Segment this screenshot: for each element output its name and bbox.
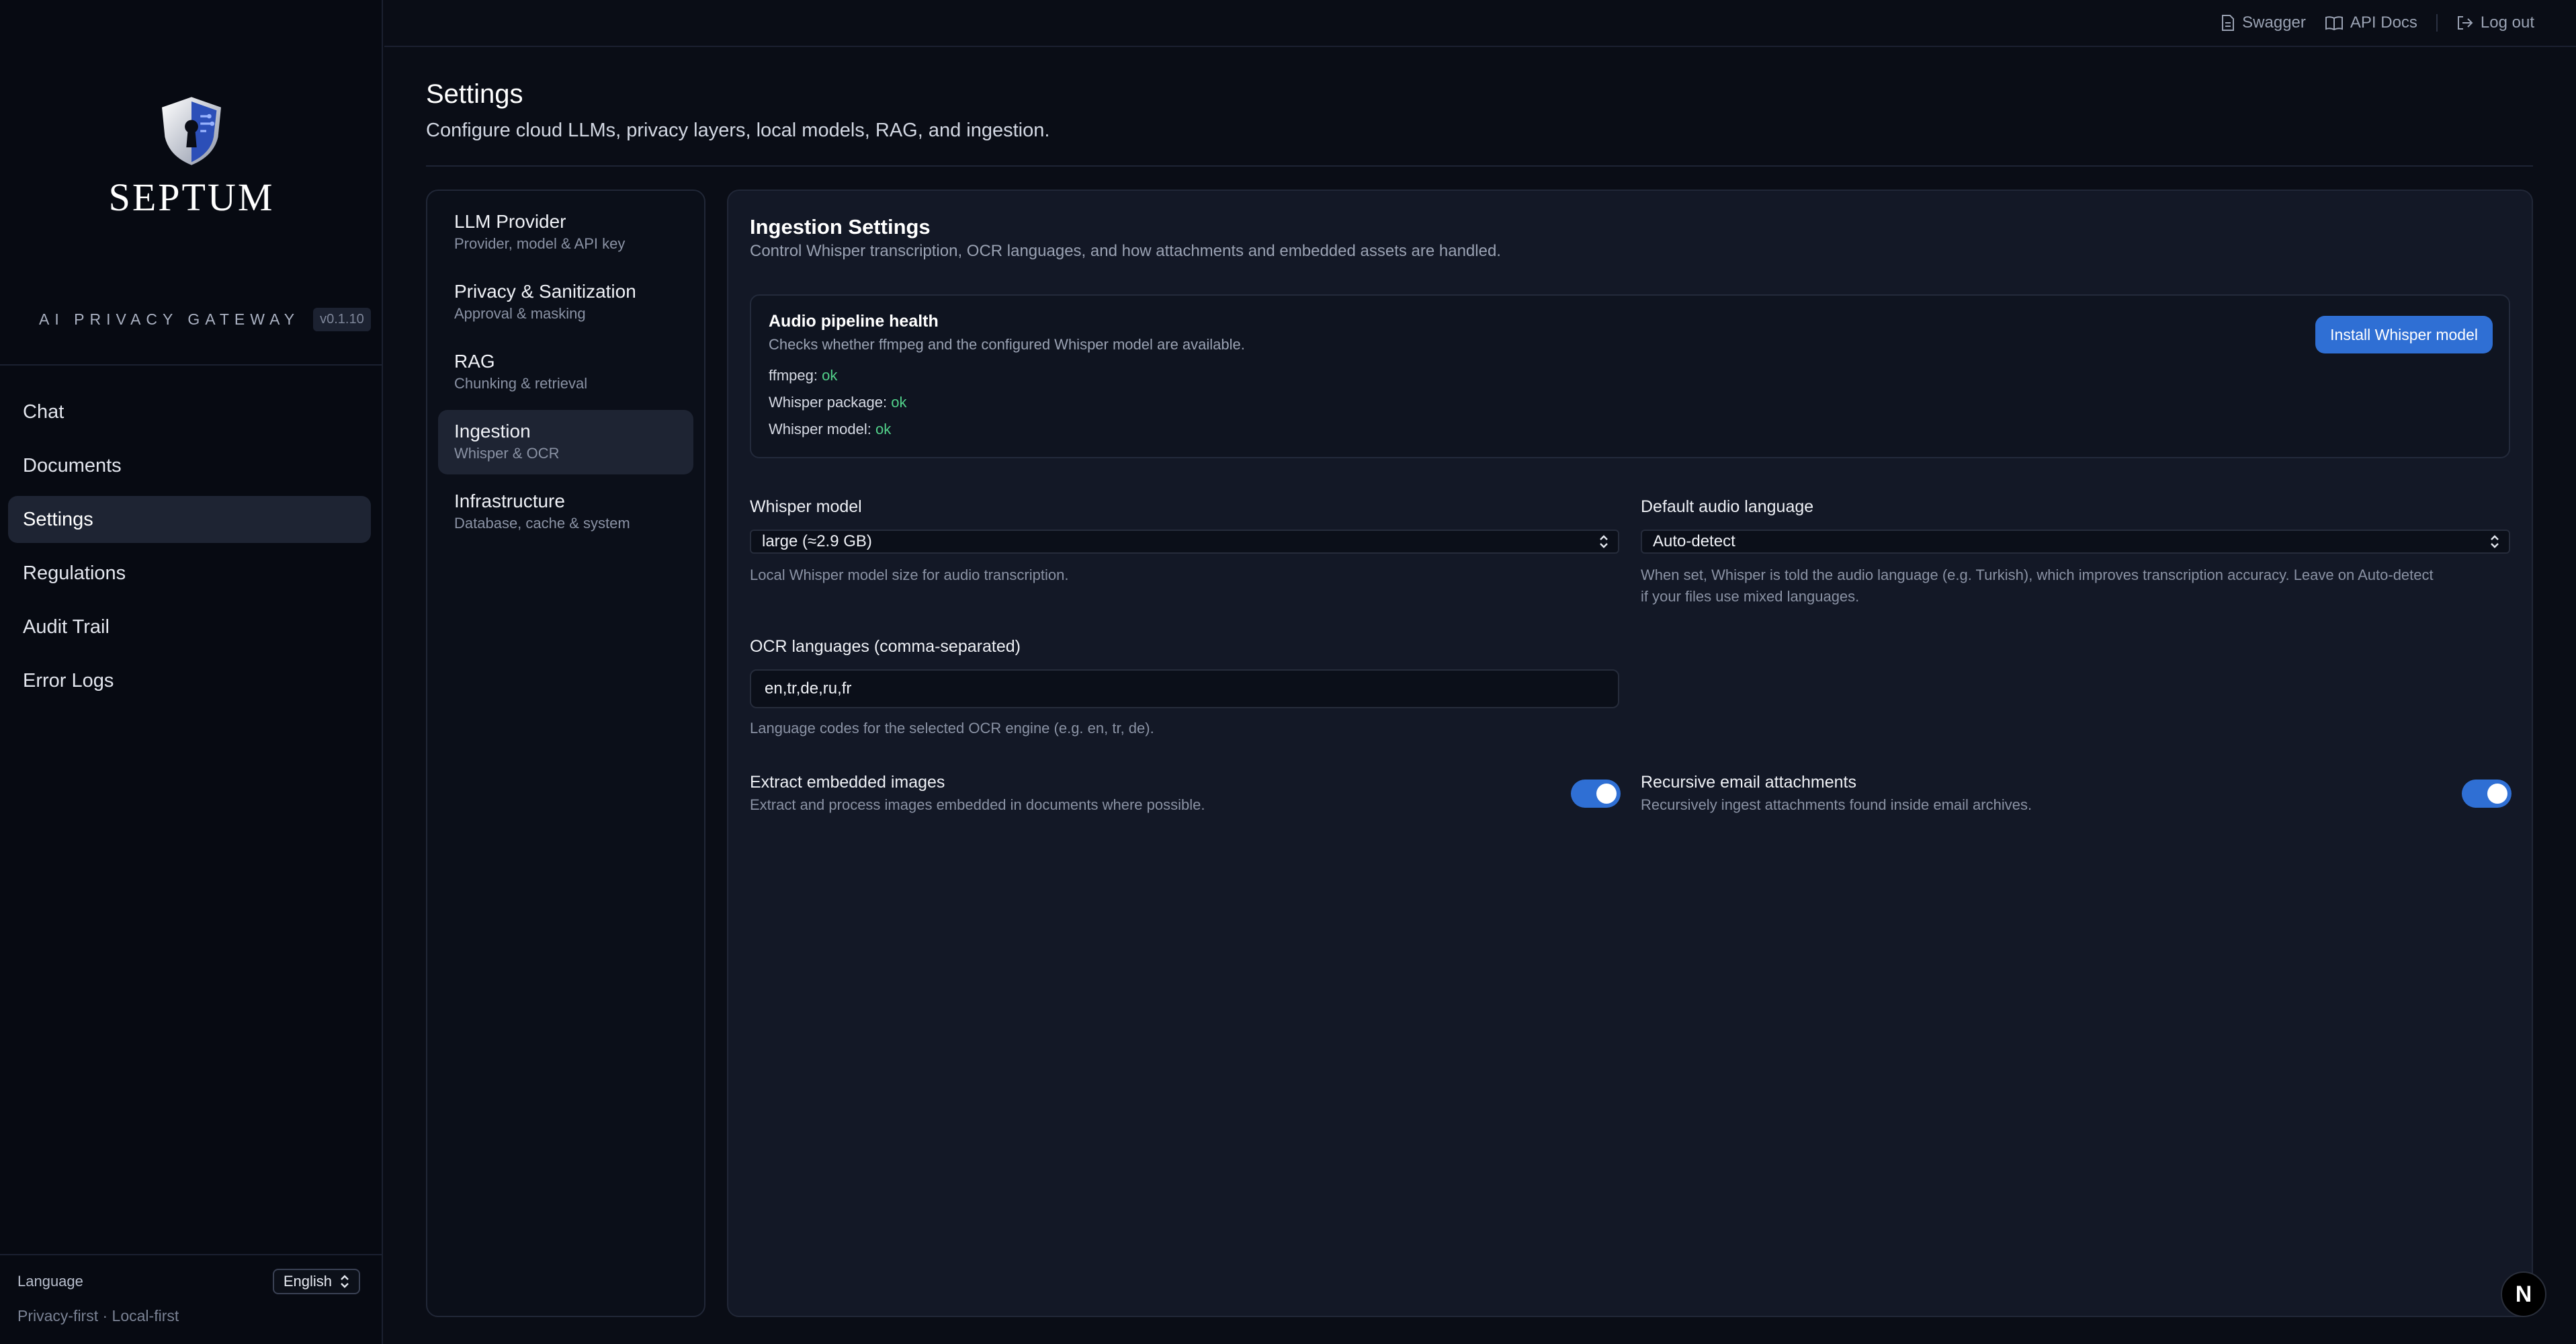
language-label: Language bbox=[17, 1273, 83, 1290]
audio-language-help-line: When set, Whisper is told the audio lang… bbox=[1641, 566, 2434, 583]
sidebar: SEPTUM AI PRIVACY GATEWAY v0.1.10 Chat D… bbox=[0, 0, 383, 1344]
sidebar-divider bbox=[0, 364, 383, 366]
recursive-attachments-toggle[interactable] bbox=[2462, 780, 2511, 808]
whisper-model-label: Whisper model bbox=[750, 497, 862, 516]
subnav-item-desc: Whisper & OCR bbox=[454, 445, 560, 462]
subnav-item-desc: Database, cache & system bbox=[454, 515, 630, 532]
brand-tagline-row: AI PRIVACY GATEWAY v0.1.10 bbox=[39, 308, 371, 331]
subnav-item-desc: Provider, model & API key bbox=[454, 235, 626, 252]
recursive-attachments-label: Recursive email attachments bbox=[1641, 773, 1856, 792]
panel-description: Control Whisper transcription, OCR langu… bbox=[750, 242, 1501, 260]
whisper-model-status-label: Whisper model: bbox=[769, 421, 871, 437]
nav-item-settings[interactable]: Settings bbox=[8, 496, 371, 543]
nav-item-label: Settings bbox=[23, 508, 93, 530]
subnav-item-privacy[interactable]: Privacy & Sanitization Approval & maskin… bbox=[438, 270, 693, 335]
audio-language-value: Auto-detect bbox=[1653, 532, 1735, 550]
ffmpeg-status-label: ffmpeg: bbox=[769, 367, 818, 384]
brand-tagline: AI PRIVACY GATEWAY bbox=[39, 310, 300, 328]
audio-language-help: When set, Whisper is told the audio lang… bbox=[1641, 564, 2514, 607]
language-value: English bbox=[283, 1273, 332, 1290]
recursive-attachments-help: Recursively ingest attachments found ins… bbox=[1641, 796, 2032, 813]
language-select[interactable]: English bbox=[272, 1269, 360, 1294]
version-badge: v0.1.10 bbox=[313, 308, 371, 331]
whisper-model-select[interactable]: large (≈2.9 GB) bbox=[750, 530, 1619, 554]
page-title: Settings bbox=[426, 79, 523, 109]
brand-logo[interactable]: SEPTUM bbox=[0, 94, 383, 220]
nav-item-chat[interactable]: Chat bbox=[8, 388, 371, 435]
subnav-item-rag[interactable]: RAG Chunking & retrieval bbox=[438, 340, 693, 405]
subnav-item-title: RAG bbox=[454, 351, 495, 372]
nav-item-regulations[interactable]: Regulations bbox=[8, 550, 371, 597]
next-dev-badge[interactable]: N bbox=[2501, 1271, 2546, 1317]
nav-item-documents[interactable]: Documents bbox=[8, 442, 371, 489]
shield-logo-icon bbox=[162, 97, 221, 165]
ocr-languages-input[interactable]: en,tr,de,ru,fr bbox=[750, 669, 1619, 708]
page-subtitle: Configure cloud LLMs, privacy layers, lo… bbox=[426, 120, 1050, 141]
brand-name: SEPTUM bbox=[108, 175, 275, 219]
toggle-knob bbox=[1596, 784, 1617, 804]
swagger-link[interactable]: Swagger bbox=[2221, 13, 2306, 32]
topbar-separator bbox=[2436, 14, 2438, 32]
swagger-label: Swagger bbox=[2242, 13, 2306, 32]
ocr-languages-help: Language codes for the selected OCR engi… bbox=[750, 720, 1154, 737]
language-row: Language English bbox=[17, 1269, 360, 1294]
extract-images-help: Extract and process images embedded in d… bbox=[750, 796, 1205, 813]
ocr-languages-value: en,tr,de,ru,fr bbox=[765, 679, 852, 698]
ocr-languages-label: OCR languages (comma-separated) bbox=[750, 637, 1021, 656]
ffmpeg-status: ffmpeg: ok bbox=[769, 367, 837, 384]
subnav-item-llm-provider[interactable]: LLM Provider Provider, model & API key bbox=[438, 200, 693, 265]
whisper-package-status-label: Whisper package: bbox=[769, 394, 888, 411]
ffmpeg-status-value: ok bbox=[822, 367, 838, 384]
nav-item-label: Regulations bbox=[23, 562, 126, 584]
whisper-package-status: Whisper package: ok bbox=[769, 394, 906, 411]
health-description: Checks whether ffmpeg and the configured… bbox=[769, 336, 1245, 353]
top-bar: Swagger API Docs Log out bbox=[384, 0, 2576, 47]
whisper-model-help: Local Whisper model size for audio trans… bbox=[750, 566, 1069, 583]
audio-language-help-line: if your files use mixed languages. bbox=[1641, 588, 1860, 605]
subnav-item-desc: Approval & masking bbox=[454, 305, 586, 322]
chevron-up-down-icon bbox=[2491, 535, 2499, 548]
nav-item-error-logs[interactable]: Error Logs bbox=[8, 657, 371, 704]
whisper-package-status-value: ok bbox=[891, 394, 907, 411]
panel-title: Ingestion Settings bbox=[750, 215, 931, 239]
header-divider bbox=[426, 165, 2533, 167]
whisper-model-value: large (≈2.9 GB) bbox=[762, 532, 872, 550]
book-icon bbox=[2325, 16, 2343, 31]
subnav-item-infrastructure[interactable]: Infrastructure Database, cache & system bbox=[438, 480, 693, 544]
nav-item-label: Documents bbox=[23, 454, 122, 476]
subnav-item-title: Infrastructure bbox=[454, 491, 565, 511]
subnav-item-title: LLM Provider bbox=[454, 211, 566, 232]
install-whisper-model-button[interactable]: Install Whisper model bbox=[2315, 316, 2493, 353]
settings-subnav: LLM Provider Provider, model & API key P… bbox=[426, 190, 705, 1317]
audio-language-select[interactable]: Auto-detect bbox=[1641, 530, 2510, 554]
api-docs-link[interactable]: API Docs bbox=[2325, 13, 2417, 32]
document-icon bbox=[2222, 15, 2235, 31]
health-title: Audio pipeline health bbox=[769, 312, 939, 331]
nav-item-audit-trail[interactable]: Audit Trail bbox=[8, 603, 371, 650]
whisper-model-status: Whisper model: ok bbox=[769, 421, 891, 438]
extract-images-label: Extract embedded images bbox=[750, 773, 945, 792]
privacy-footer: Privacy-first · Local-first bbox=[17, 1307, 179, 1325]
nav-item-label: Error Logs bbox=[23, 669, 114, 691]
logout-label: Log out bbox=[2480, 13, 2534, 32]
logout-icon bbox=[2457, 16, 2473, 30]
subnav-item-title: Ingestion bbox=[454, 421, 531, 442]
api-docs-label: API Docs bbox=[2350, 13, 2417, 32]
subnav-item-ingestion[interactable]: Ingestion Whisper & OCR bbox=[438, 410, 693, 474]
subnav-item-title: Privacy & Sanitization bbox=[454, 281, 636, 302]
chevron-up-down-icon bbox=[341, 1275, 349, 1288]
nav-item-label: Audit Trail bbox=[23, 616, 110, 638]
main-nav: Chat Documents Settings Regulations Audi… bbox=[8, 388, 371, 711]
toggle-knob bbox=[2487, 784, 2507, 804]
chevron-up-down-icon bbox=[1600, 535, 1608, 548]
ingestion-settings-panel: Ingestion Settings Control Whisper trans… bbox=[727, 190, 2533, 1317]
whisper-model-status-value: ok bbox=[875, 421, 892, 437]
audio-pipeline-health-card: Audio pipeline health Checks whether ffm… bbox=[750, 294, 2510, 458]
nav-item-label: Chat bbox=[23, 401, 65, 423]
sidebar-footer-divider bbox=[0, 1254, 383, 1255]
extract-images-toggle[interactable] bbox=[1571, 780, 1621, 808]
audio-language-label: Default audio language bbox=[1641, 497, 1814, 516]
logout-button[interactable]: Log out bbox=[2456, 13, 2534, 32]
subnav-item-desc: Chunking & retrieval bbox=[454, 375, 588, 392]
